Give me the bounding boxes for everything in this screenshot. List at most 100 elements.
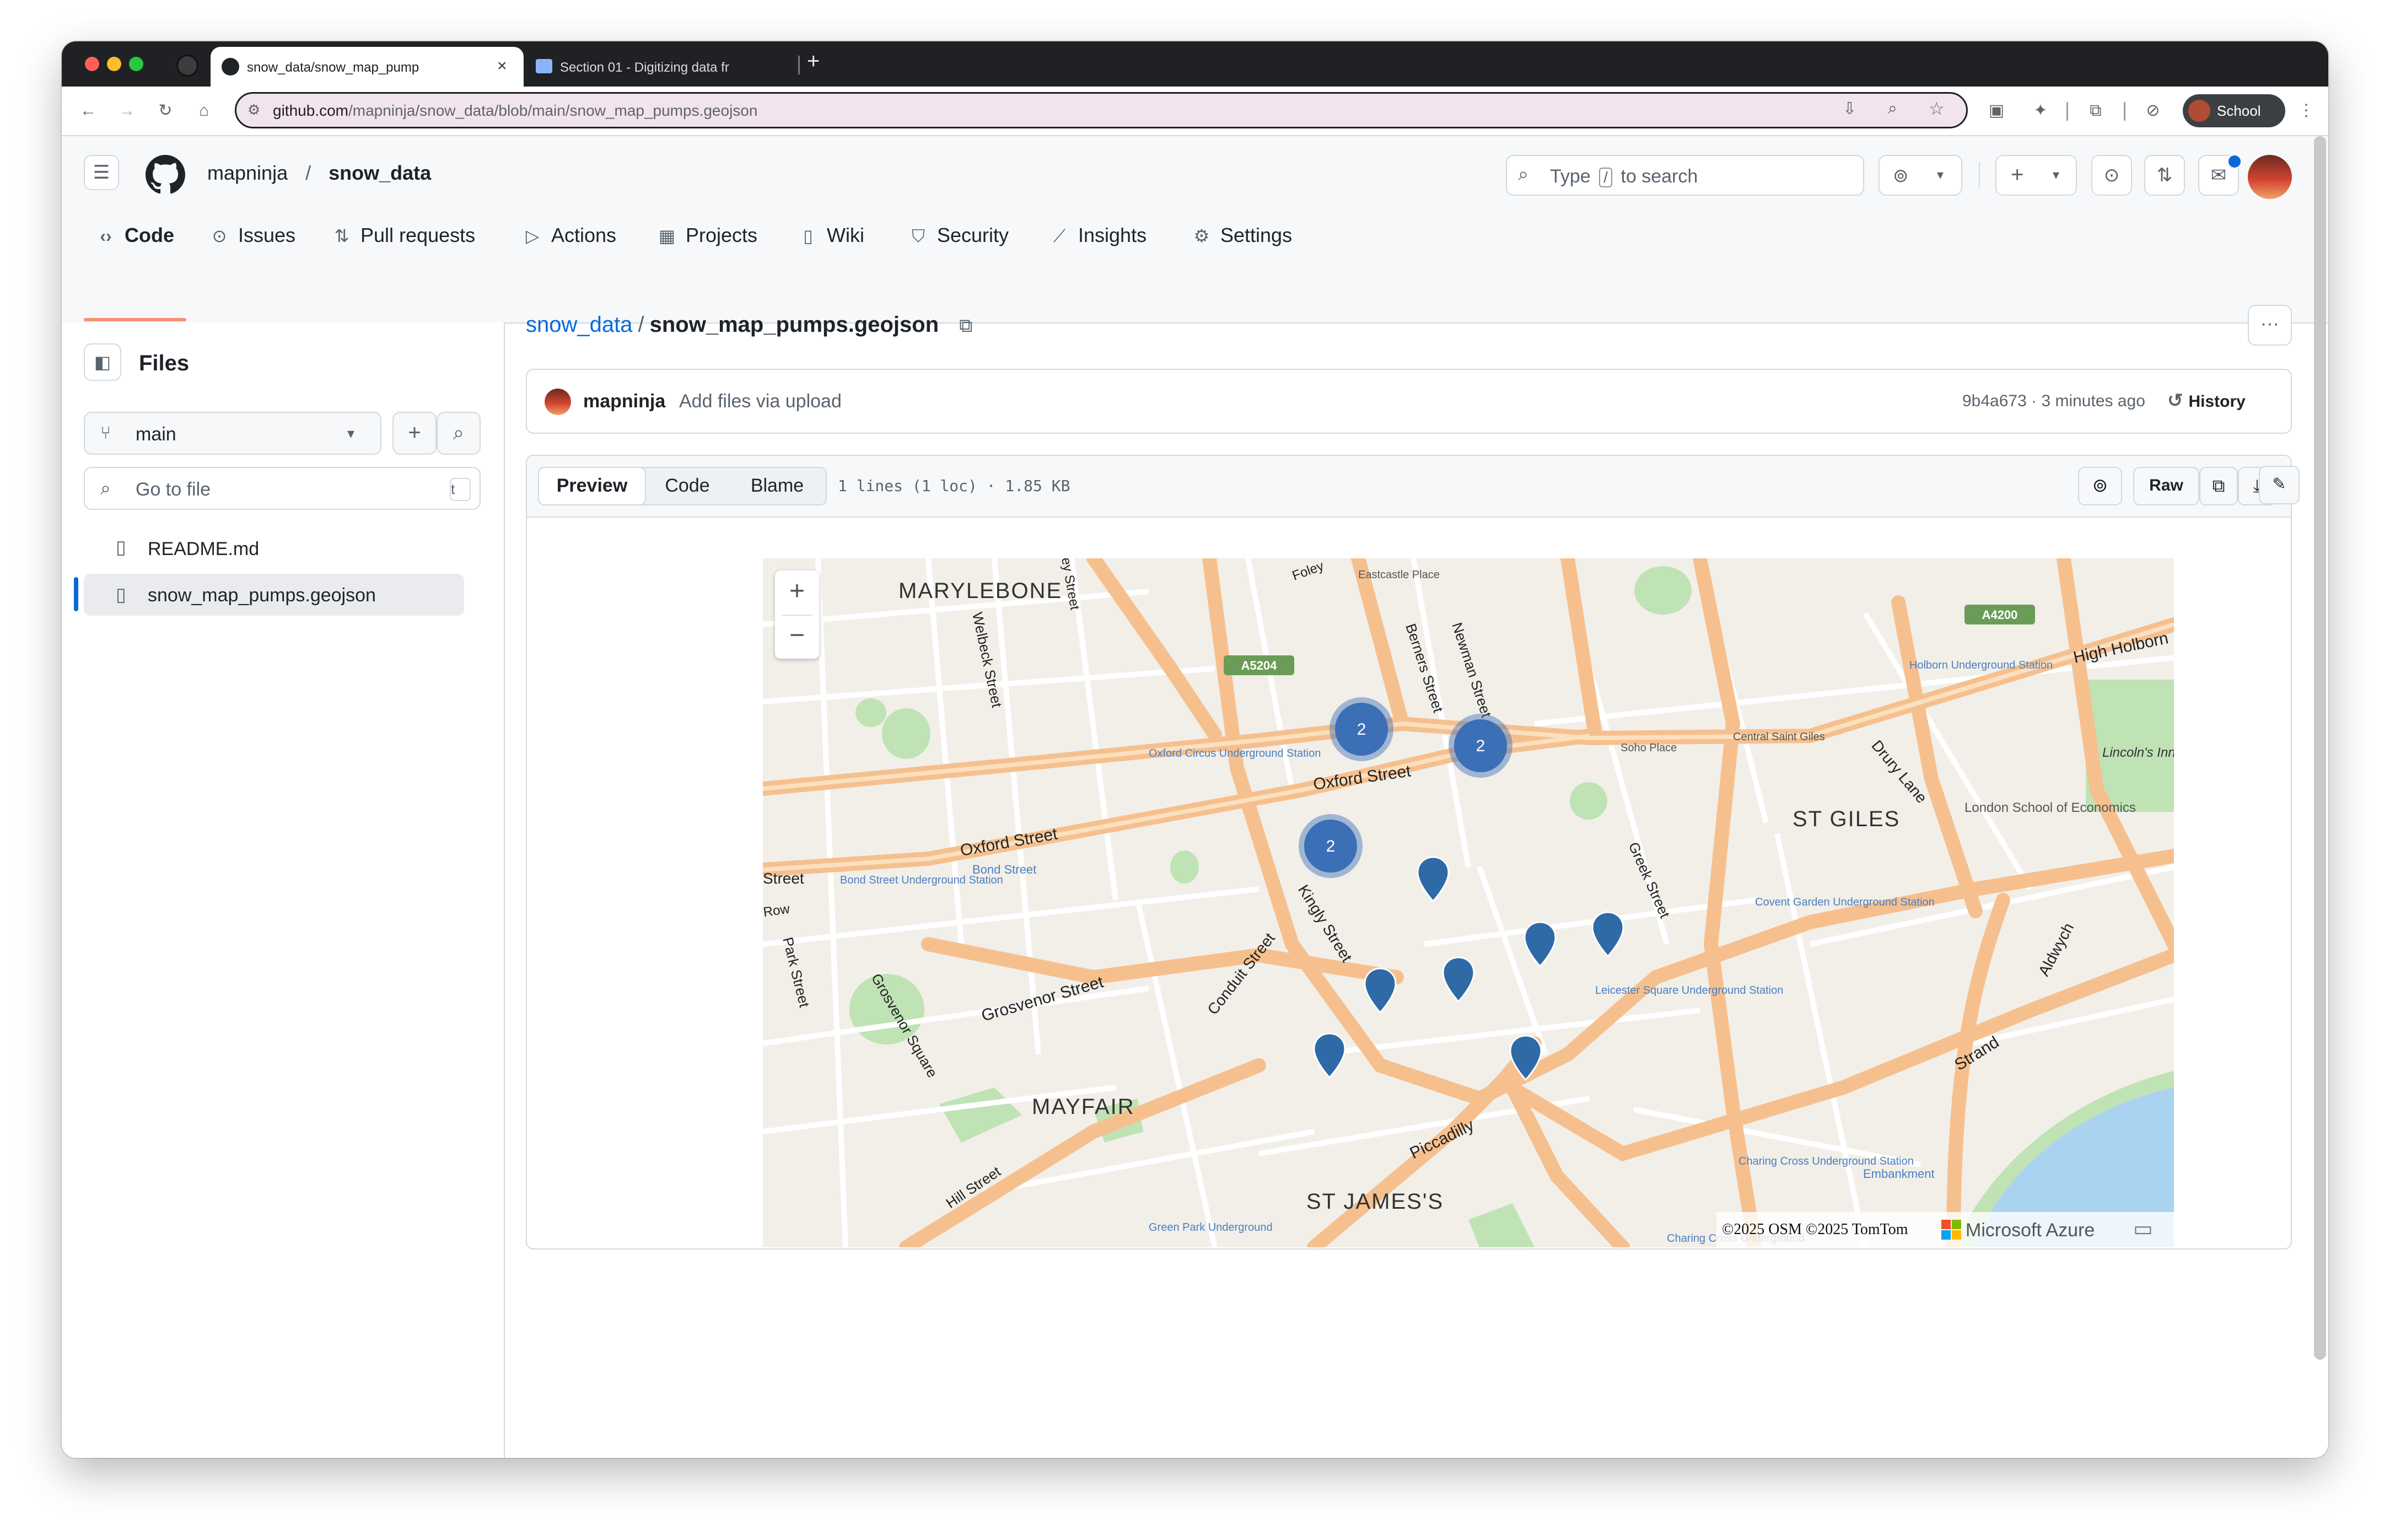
street-label: Greek Street bbox=[1625, 839, 1674, 921]
copilot-file-button[interactable]: ⊚ bbox=[2078, 467, 2122, 505]
edit-button[interactable]: ✎ bbox=[2259, 466, 2300, 504]
extension-icon[interactable]: ▣ bbox=[1984, 99, 2009, 123]
code-mode-button[interactable]: Code bbox=[646, 468, 729, 504]
close-tab-icon[interactable]: × bbox=[497, 57, 507, 76]
pump-marker[interactable] bbox=[1442, 956, 1475, 1003]
site-info-icon[interactable]: ⚙ bbox=[247, 101, 260, 119]
history-button[interactable]: ↺ History bbox=[2167, 390, 2246, 412]
reload-icon[interactable]: ↻ bbox=[153, 99, 177, 123]
shortcut-badge: t bbox=[450, 478, 471, 501]
geojson-map-preview[interactable]: A5204 A4200 MARYLEBONE ST GILES MAYFAIR … bbox=[763, 558, 2174, 1247]
go-to-file-input[interactable]: ⌕ Go to file t bbox=[84, 467, 481, 510]
file-viewer-header: Preview Code Blame 1 lines (1 loc) · 1.8… bbox=[527, 456, 2291, 518]
chevron-down-icon: ▾ bbox=[1937, 168, 1944, 182]
shield-extension-icon[interactable]: ⊘ bbox=[2141, 99, 2165, 123]
pump-marker[interactable] bbox=[1524, 921, 1557, 968]
breadcrumb-file-name: snow_map_pumps.geojson bbox=[649, 313, 939, 337]
district-label: MAYFAIR bbox=[1032, 1095, 1135, 1119]
tab-pull-requests[interactable]: ⇅ Pull requests bbox=[331, 219, 476, 252]
search-input[interactable]: ⌕ Type / to search bbox=[1506, 155, 1864, 196]
breadcrumb-repo-link[interactable]: snow_data bbox=[526, 313, 632, 337]
commit-author[interactable]: mapninja bbox=[583, 391, 665, 412]
tab-label: Wiki bbox=[827, 224, 864, 246]
add-file-button[interactable]: + bbox=[392, 412, 437, 455]
collapse-sidebar-button[interactable]: ◧ bbox=[84, 343, 121, 381]
pump-marker[interactable] bbox=[1591, 911, 1624, 958]
copilot-button[interactable]: ⊚ ▾ bbox=[1878, 155, 1962, 196]
copilot-icon: ⊚ bbox=[2092, 475, 2108, 496]
tab-insights[interactable]: ⟋ Insights bbox=[1048, 219, 1146, 252]
zoom-in-button[interactable]: + bbox=[775, 570, 819, 615]
tab-label: Security bbox=[937, 224, 1009, 246]
toolbar-divider bbox=[2066, 102, 2068, 121]
commit-sha-time[interactable]: 9b4a673 · 3 minutes ago bbox=[1962, 392, 2145, 411]
browser-menu-icon[interactable]: ⋮ bbox=[2294, 99, 2318, 123]
copy-path-icon[interactable]: ⧉ bbox=[959, 315, 972, 336]
issue-icon: ⊙ bbox=[212, 226, 227, 246]
breadcrumb-separator: / bbox=[305, 161, 311, 184]
selected-file-indicator bbox=[74, 577, 78, 611]
github-logo-icon[interactable] bbox=[146, 155, 185, 195]
tab-section-01[interactable]: Section 01 - Digitizing data fr bbox=[529, 47, 797, 87]
bookmark-star-icon[interactable]: ☆ bbox=[1929, 98, 1945, 119]
cluster-marker[interactable]: 2 bbox=[1299, 814, 1363, 878]
author-avatar[interactable] bbox=[545, 389, 571, 415]
owner-link[interactable]: mapninja bbox=[207, 161, 288, 184]
map-attribution-bar: ©2025 OSM ©2025 TomTom Microsoft Azure ▭ bbox=[1716, 1212, 2174, 1247]
blame-mode-button[interactable]: Blame bbox=[729, 468, 826, 504]
hamburger-menu-button[interactable]: ☰ bbox=[84, 155, 119, 190]
puzzle-icon[interactable]: ✦ bbox=[2028, 99, 2053, 123]
tab-actions[interactable]: ▷ Actions bbox=[521, 219, 616, 252]
cluster-marker[interactable]: 2 bbox=[1449, 714, 1512, 778]
pull-requests-button[interactable]: ⇅ bbox=[2144, 155, 2185, 196]
home-icon[interactable]: ⌂ bbox=[192, 99, 216, 123]
tab-wiki[interactable]: ▯ Wiki bbox=[797, 219, 864, 252]
new-tab-button[interactable]: + bbox=[807, 49, 820, 74]
tab-code[interactable]: ‹› Code bbox=[95, 219, 174, 252]
browser-window: snow_data/snow_map_pump × Section 01 - D… bbox=[62, 41, 2328, 1458]
address-bar[interactable]: ⚙ github.com/mapninja/snow_data/blob/mai… bbox=[235, 92, 1968, 128]
pump-marker[interactable] bbox=[1417, 856, 1450, 903]
pump-marker[interactable] bbox=[1313, 1032, 1346, 1079]
back-icon[interactable]: ← bbox=[76, 99, 100, 123]
cluster-marker[interactable]: 2 bbox=[1329, 697, 1393, 761]
repo-link[interactable]: snow_data bbox=[329, 161, 431, 184]
commit-message[interactable]: Add files via upload bbox=[679, 391, 842, 412]
page-scrollbar[interactable] bbox=[2314, 136, 2326, 1360]
more-options-button[interactable]: ··· bbox=[2248, 305, 2292, 346]
preview-mode-button[interactable]: Preview bbox=[538, 467, 646, 505]
maximize-window-button[interactable] bbox=[129, 57, 143, 71]
branch-name: main bbox=[136, 424, 176, 445]
tab-search-icon[interactable] bbox=[176, 55, 198, 77]
copy-raw-button[interactable]: ⧉ bbox=[2199, 467, 2238, 505]
profile-button[interactable]: School bbox=[2183, 94, 2285, 127]
install-app-icon[interactable]: ⇩ bbox=[1843, 99, 1856, 119]
issues-button[interactable]: ⊙ bbox=[2091, 155, 2132, 196]
browser-toolbar: ← → ↻ ⌂ ⚙ github.com/mapninja/snow_data/… bbox=[62, 87, 2328, 136]
branch-select[interactable]: ⑂ main ▾ bbox=[84, 412, 381, 455]
microsoft-logo-icon bbox=[1941, 1220, 1961, 1240]
url-text[interactable]: github.com/mapninja/snow_data/blob/main/… bbox=[273, 102, 757, 120]
feedback-icon[interactable]: ▭ bbox=[2133, 1216, 2153, 1241]
user-avatar[interactable] bbox=[2248, 155, 2292, 199]
file-item-geojson[interactable]: ▯ snow_map_pumps.geojson bbox=[84, 574, 464, 616]
close-window-button[interactable] bbox=[85, 57, 99, 71]
pump-marker[interactable] bbox=[1364, 967, 1397, 1014]
tab-security[interactable]: ⛉ Security bbox=[907, 219, 1009, 252]
tab-issues[interactable]: ⊙ Issues bbox=[208, 219, 295, 252]
cast-icon[interactable]: ⧉ bbox=[2084, 99, 2108, 123]
create-new-button[interactable]: + ▾ bbox=[1995, 155, 2077, 196]
zoom-icon[interactable]: ⌕ bbox=[1888, 99, 1897, 118]
zoom-out-button[interactable]: − bbox=[775, 616, 819, 659]
minimize-window-button[interactable] bbox=[107, 57, 121, 71]
tab-projects[interactable]: ▦ Projects bbox=[656, 219, 757, 252]
raw-button[interactable]: Raw bbox=[2133, 467, 2199, 505]
copy-icon: ⧉ bbox=[2212, 476, 2225, 496]
map-canvas[interactable]: A5204 A4200 MARYLEBONE ST GILES MAYFAIR … bbox=[763, 558, 2174, 1247]
search-files-button[interactable]: ⌕ bbox=[437, 412, 481, 455]
book-icon: ▯ bbox=[803, 226, 813, 246]
tab-settings[interactable]: ⚙ Settings bbox=[1191, 219, 1292, 252]
file-item-readme[interactable]: ▯ README.md bbox=[84, 527, 464, 568]
tab-snow-map-pumps[interactable]: snow_data/snow_map_pump × bbox=[211, 47, 524, 87]
forward-icon[interactable]: → bbox=[115, 99, 139, 123]
